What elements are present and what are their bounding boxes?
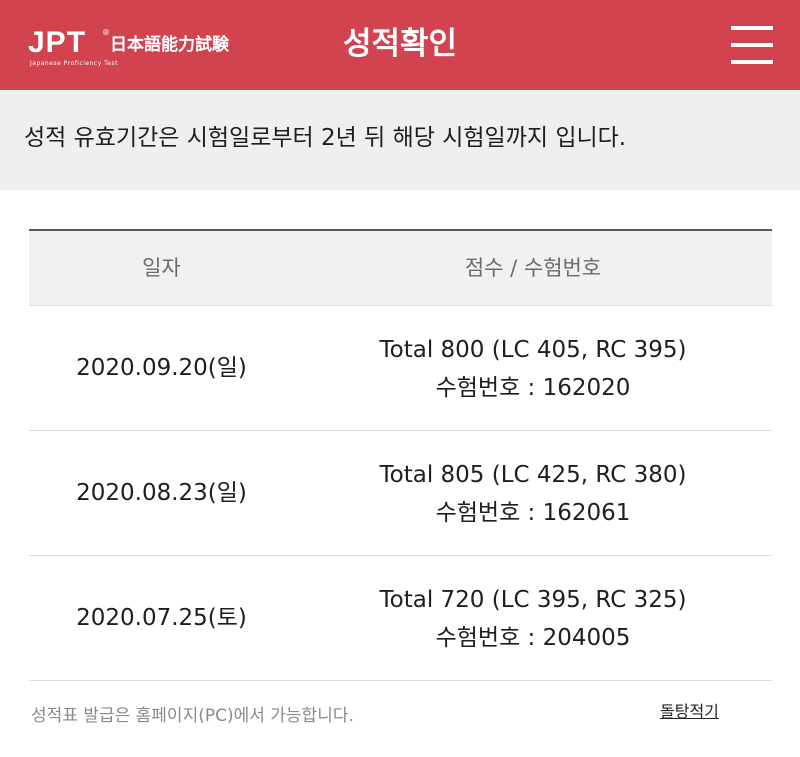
app-header: JPT ® 日本語能力試験 Japanese Proficiency Test … [0, 0, 800, 90]
exam-number: 수험번호 : 204005 [435, 625, 631, 651]
score-total: Total 800 (LC 405, RC 395) [379, 337, 687, 363]
menu-bar [731, 60, 773, 64]
score-table: 일자 점수 / 수험번호 2020.09.20(일) Total 800 (LC… [29, 229, 772, 681]
hamburger-menu-icon[interactable] [731, 24, 773, 66]
score-total: Total 805 (LC 425, RC 380) [379, 462, 687, 488]
score-cell: Total 805 (LC 425, RC 380) 수험번호 : 162061 [294, 431, 772, 555]
table-header: 일자 점수 / 수험번호 [29, 231, 772, 306]
page-title: 성적확인 [342, 26, 458, 62]
footer-link[interactable]: 돌탕적기 [660, 699, 719, 725]
column-header-score: 점수 / 수험번호 [464, 256, 602, 280]
table-row: 2020.07.25(토) Total 720 (LC 395, RC 325)… [29, 556, 772, 681]
score-total: Total 720 (LC 395, RC 325) [379, 587, 687, 613]
menu-bar [731, 26, 773, 30]
logo-registered-mark: ® [102, 28, 110, 37]
score-cell: Total 800 (LC 405, RC 395) 수험번호 : 162020 [294, 306, 772, 430]
table-row: 2020.09.20(일) Total 800 (LC 405, RC 395)… [29, 306, 772, 431]
notice-text: 성적 유효기간은 시험일로부터 2년 뒤 해당 시험일까지 입니다. [24, 125, 627, 151]
score-cell: Total 720 (LC 395, RC 325) 수험번호 : 204005 [294, 556, 772, 680]
table-row: 2020.08.23(일) Total 805 (LC 425, RC 380)… [29, 431, 772, 556]
validity-notice: 성적 유효기간은 시험일로부터 2년 뒤 해당 시험일까지 입니다. [0, 90, 800, 190]
logo-brand: JPT [28, 26, 87, 59]
exam-date: 2020.08.23(일) [76, 480, 247, 506]
certificate-issue-note: 성적표 발급은 홈페이지(PC)에서 가능합니다. [31, 706, 354, 726]
exam-number: 수험번호 : 162061 [435, 500, 631, 526]
logo-kanji: 日本語能力試験 [110, 35, 229, 55]
exam-number: 수험번호 : 162020 [435, 375, 631, 401]
column-header-date: 일자 [142, 256, 181, 280]
logo-subtitle: Japanese Proficiency Test [30, 60, 118, 67]
menu-bar [731, 43, 773, 47]
exam-date: 2020.07.25(토) [76, 605, 247, 631]
exam-date: 2020.09.20(일) [76, 355, 247, 381]
jpt-logo[interactable]: JPT ® 日本語能力試験 Japanese Proficiency Test [28, 26, 268, 72]
